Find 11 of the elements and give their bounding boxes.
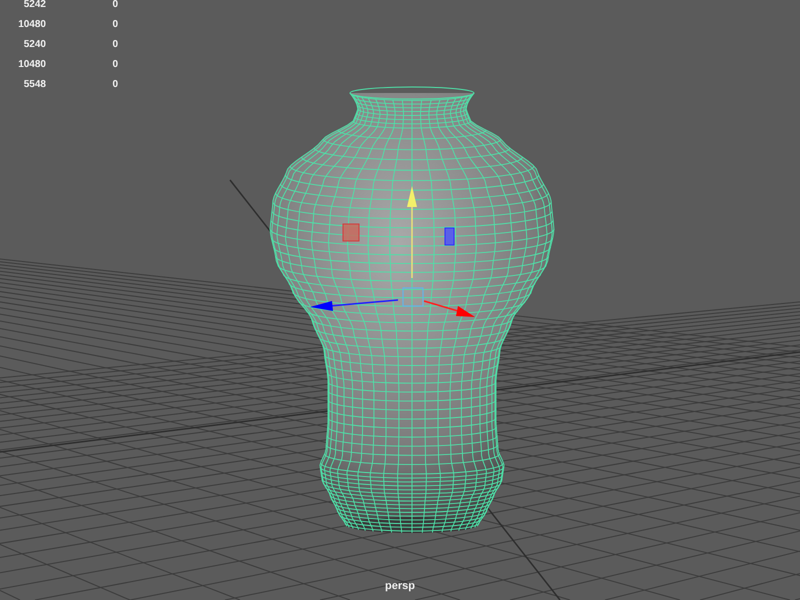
stat-value: 5242 [22, 0, 46, 12]
camera-name: persp [385, 580, 415, 592]
stat-value: 0 [111, 18, 118, 32]
stat-value: 5240 [22, 38, 46, 52]
stat-value: 0 [111, 58, 118, 72]
stat-value: 0 [111, 0, 118, 12]
stat-value: 10480 [17, 18, 46, 32]
stat-value: 0 [111, 38, 118, 52]
stat-value: 5548 [22, 78, 46, 92]
stat-value: 0 [111, 78, 118, 92]
stat-value: 10480 [17, 58, 46, 72]
